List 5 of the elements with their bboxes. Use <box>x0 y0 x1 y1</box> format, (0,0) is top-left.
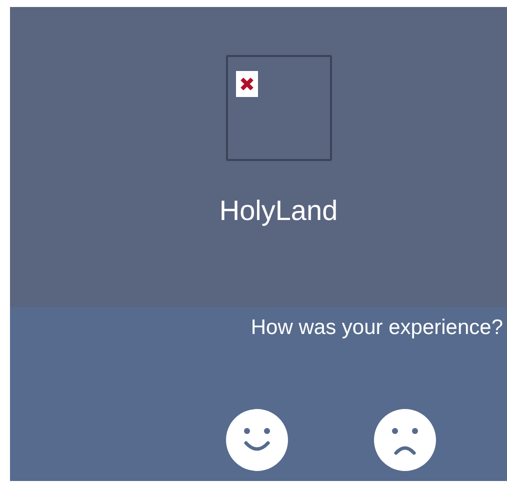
smiley-face-button[interactable] <box>226 409 288 472</box>
feedback-question: How was your experience? <box>250 315 503 341</box>
frowning-face-button[interactable] <box>374 409 436 472</box>
app-title: HolyLand <box>219 197 338 225</box>
broken-image-icon <box>236 71 258 97</box>
